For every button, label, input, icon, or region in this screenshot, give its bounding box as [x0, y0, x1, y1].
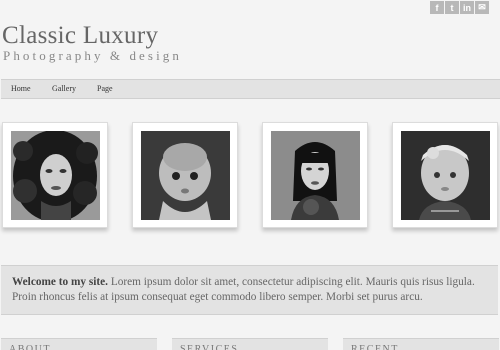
portrait-woman-curly-hair-image: [11, 131, 100, 220]
main-navigation: Home Gallery Page: [1, 79, 500, 99]
gallery-photo-3[interactable]: [262, 122, 368, 228]
site-tagline: Photography & design: [3, 48, 182, 63]
widget-about-heading: ABOUT: [1, 338, 157, 350]
nav-item-page[interactable]: Page: [97, 84, 113, 93]
widget-recent-heading: RECENT: [343, 338, 499, 350]
gallery-photo-4[interactable]: [392, 122, 498, 228]
widget-services-heading: SERVICES: [172, 338, 328, 350]
facebook-icon[interactable]: f: [430, 1, 444, 14]
portrait-child-headband-image: [401, 131, 490, 220]
social-icons: f t in ✉: [430, 1, 489, 14]
nav-item-gallery[interactable]: Gallery: [52, 84, 76, 93]
linkedin-icon[interactable]: in: [460, 1, 474, 14]
twitter-icon[interactable]: t: [445, 1, 459, 14]
nav-item-home[interactable]: Home: [11, 84, 31, 93]
mail-icon[interactable]: ✉: [475, 1, 489, 14]
gallery-photo-2[interactable]: [132, 122, 238, 228]
site-title[interactable]: Classic Luxury: [2, 22, 158, 50]
portrait-baby-image: [141, 131, 230, 220]
portrait-woman-bangs-image: [271, 131, 360, 220]
welcome-box: Welcome to my site. Lorem ipsum dolor si…: [1, 265, 498, 315]
welcome-lead: Welcome to my site.: [12, 276, 108, 288]
gallery-photo-1[interactable]: [2, 122, 108, 228]
